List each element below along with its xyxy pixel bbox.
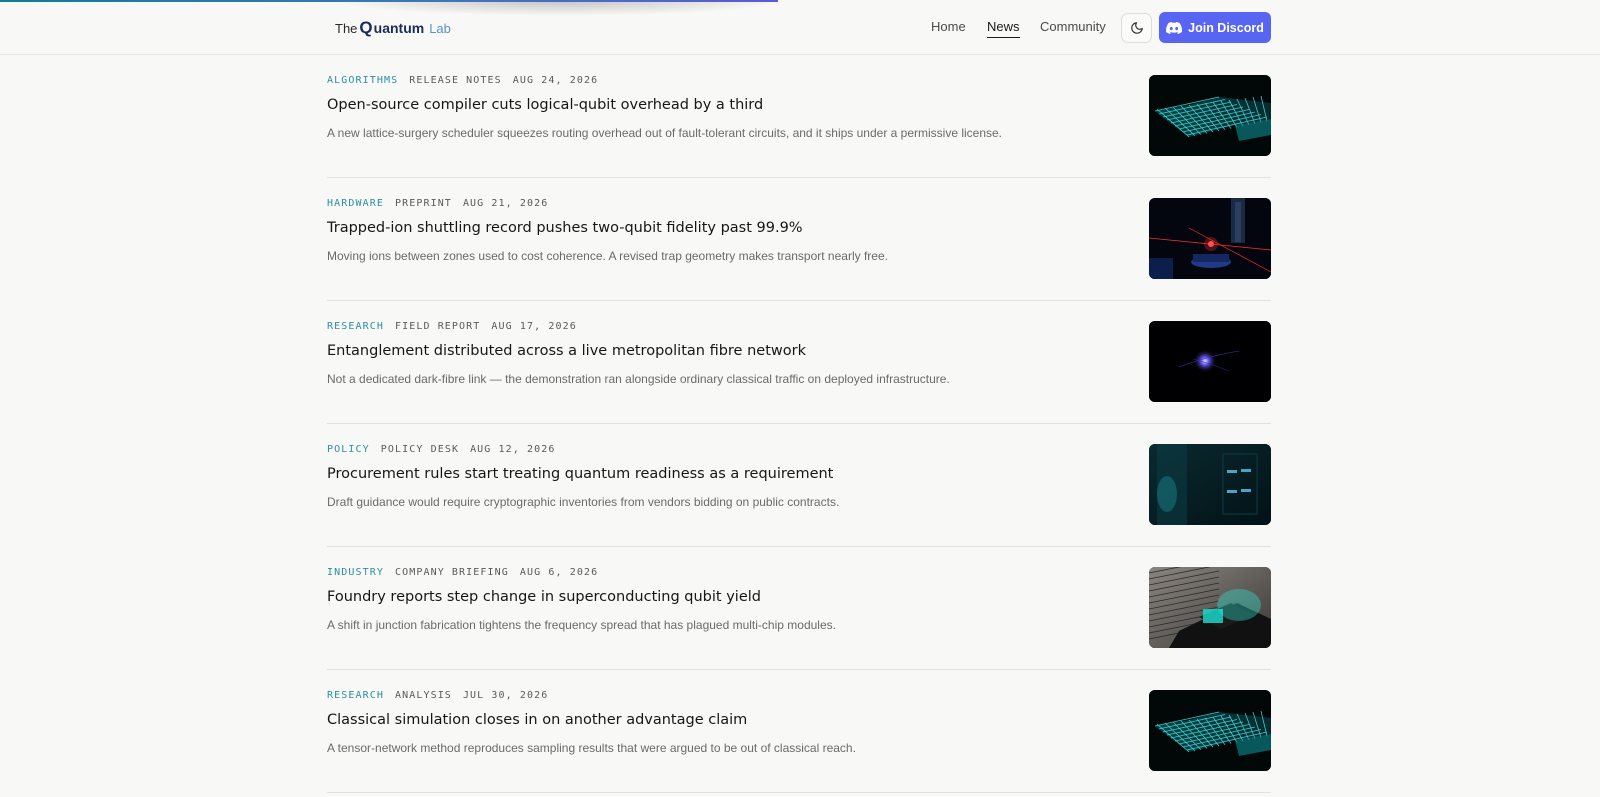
progress-shadow — [330, 0, 790, 16]
article-date: AUG 17, 2026 — [491, 321, 577, 332]
article-summary: A tensor-network method reproduces sampl… — [327, 741, 856, 755]
article-category[interactable]: INDUSTRY — [327, 567, 384, 578]
discord-icon — [1166, 21, 1183, 34]
article-meta: RESEARCH FIELD REPORT AUG 17, 2026 — [327, 321, 577, 332]
article-card[interactable]: HARDWARE PREPRINT AUG 21, 2026 Trapped-i… — [327, 178, 1271, 301]
article-title[interactable]: Open-source compiler cuts logical-qubit … — [327, 97, 763, 113]
nav-home[interactable]: Home — [931, 19, 966, 34]
article-kind: ANALYSIS — [394, 690, 452, 701]
article-date: AUG 6, 2026 — [519, 567, 599, 578]
article-kind: PREPRINT — [394, 198, 452, 209]
article-title[interactable]: Entanglement distributed across a live m… — [327, 343, 806, 359]
theme-toggle-button[interactable] — [1121, 13, 1152, 43]
moon-icon — [1130, 22, 1143, 34]
article-kind: COMPANY BRIEFING — [394, 567, 509, 578]
article-card[interactable]: INDUSTRY COMPANY BRIEFING AUG 6, 2026 Fo… — [327, 547, 1271, 670]
article-title[interactable]: Procurement rules start treating quantum… — [327, 466, 833, 482]
logo-lab: Lab — [429, 21, 451, 36]
article-card[interactable]: RESEARCH FIELD REPORT AUG 17, 2026 Entan… — [327, 301, 1271, 424]
article-thumbnail-servers[interactable] — [1149, 444, 1271, 525]
article-title[interactable]: Trapped-ion shuttling record pushes two-… — [327, 220, 803, 236]
article-summary: A new lattice-surgery scheduler squeezes… — [327, 126, 1003, 140]
article-summary: A shift in junction fabrication tightens… — [327, 618, 836, 632]
article-card[interactable]: ALGORITHMS RELEASE NOTES AUG 24, 2026 Op… — [327, 55, 1271, 178]
article-kind: FIELD REPORT — [394, 321, 481, 332]
article-summary: Not a dedicated dark-fibre link — the de… — [327, 372, 950, 386]
article-summary: Moving ions between zones used to cost c… — [327, 249, 888, 263]
article-date: AUG 24, 2026 — [512, 75, 599, 86]
article-thumbnail-lattice[interactable] — [1149, 75, 1271, 156]
article-date: AUG 21, 2026 — [462, 198, 549, 209]
article-card[interactable]: RESEARCH ANALYSIS JUL 30, 2026 Classical… — [327, 670, 1271, 793]
article-meta: INDUSTRY COMPANY BRIEFING AUG 6, 2026 — [327, 567, 598, 578]
article-meta: POLICY POLICY DESK AUG 12, 2026 — [327, 444, 556, 455]
logo-q: Q — [359, 18, 373, 37]
nav-community[interactable]: Community — [1040, 19, 1106, 34]
article-category[interactable]: ALGORITHMS — [327, 75, 398, 86]
article-card[interactable]: POLICY POLICY DESK AUG 12, 2026 Procurem… — [327, 424, 1271, 547]
article-thumbnail-spark[interactable] — [1149, 321, 1271, 402]
article-meta: RESEARCH ANALYSIS JUL 30, 2026 — [327, 690, 548, 701]
page-scrollbar[interactable] — [1590, 0, 1600, 797]
news-feed: ALGORITHMS RELEASE NOTES AUG 24, 2026 Op… — [327, 55, 1271, 793]
article-category[interactable]: RESEARCH — [327, 690, 384, 701]
site-logo[interactable]: The Quantum Lab — [335, 18, 451, 38]
article-kind: POLICY DESK — [380, 444, 460, 455]
logo-the: The — [335, 21, 358, 36]
article-title[interactable]: Foundry reports step change in supercond… — [327, 589, 761, 605]
article-date: JUL 30, 2026 — [462, 690, 549, 701]
article-category[interactable]: POLICY — [327, 444, 370, 455]
reading-progress-bar — [0, 0, 778, 2]
article-meta: ALGORITHMS RELEASE NOTES AUG 24, 2026 — [327, 75, 598, 86]
article-summary: Draft guidance would require cryptograph… — [327, 495, 840, 509]
article-thumbnail-lattice[interactable] — [1149, 690, 1271, 771]
article-date: AUG 12, 2026 — [470, 444, 556, 455]
join-discord-button[interactable]: Join Discord — [1159, 12, 1271, 43]
article-thumbnail-lasers[interactable] — [1149, 198, 1271, 279]
article-thumbnail-chip[interactable] — [1149, 567, 1271, 648]
article-category[interactable]: HARDWARE — [327, 198, 384, 209]
nav-news[interactable]: News — [987, 19, 1020, 38]
article-title[interactable]: Classical simulation closes in on anothe… — [327, 712, 747, 728]
join-discord-label: Join Discord — [1188, 20, 1264, 35]
article-category[interactable]: RESEARCH — [327, 321, 384, 332]
site-header: The Quantum Lab Home News Community Join… — [0, 0, 1600, 55]
article-meta: HARDWARE PREPRINT AUG 21, 2026 — [327, 198, 548, 209]
logo-uantum: uantum — [373, 20, 425, 36]
article-kind: RELEASE NOTES — [409, 75, 502, 86]
